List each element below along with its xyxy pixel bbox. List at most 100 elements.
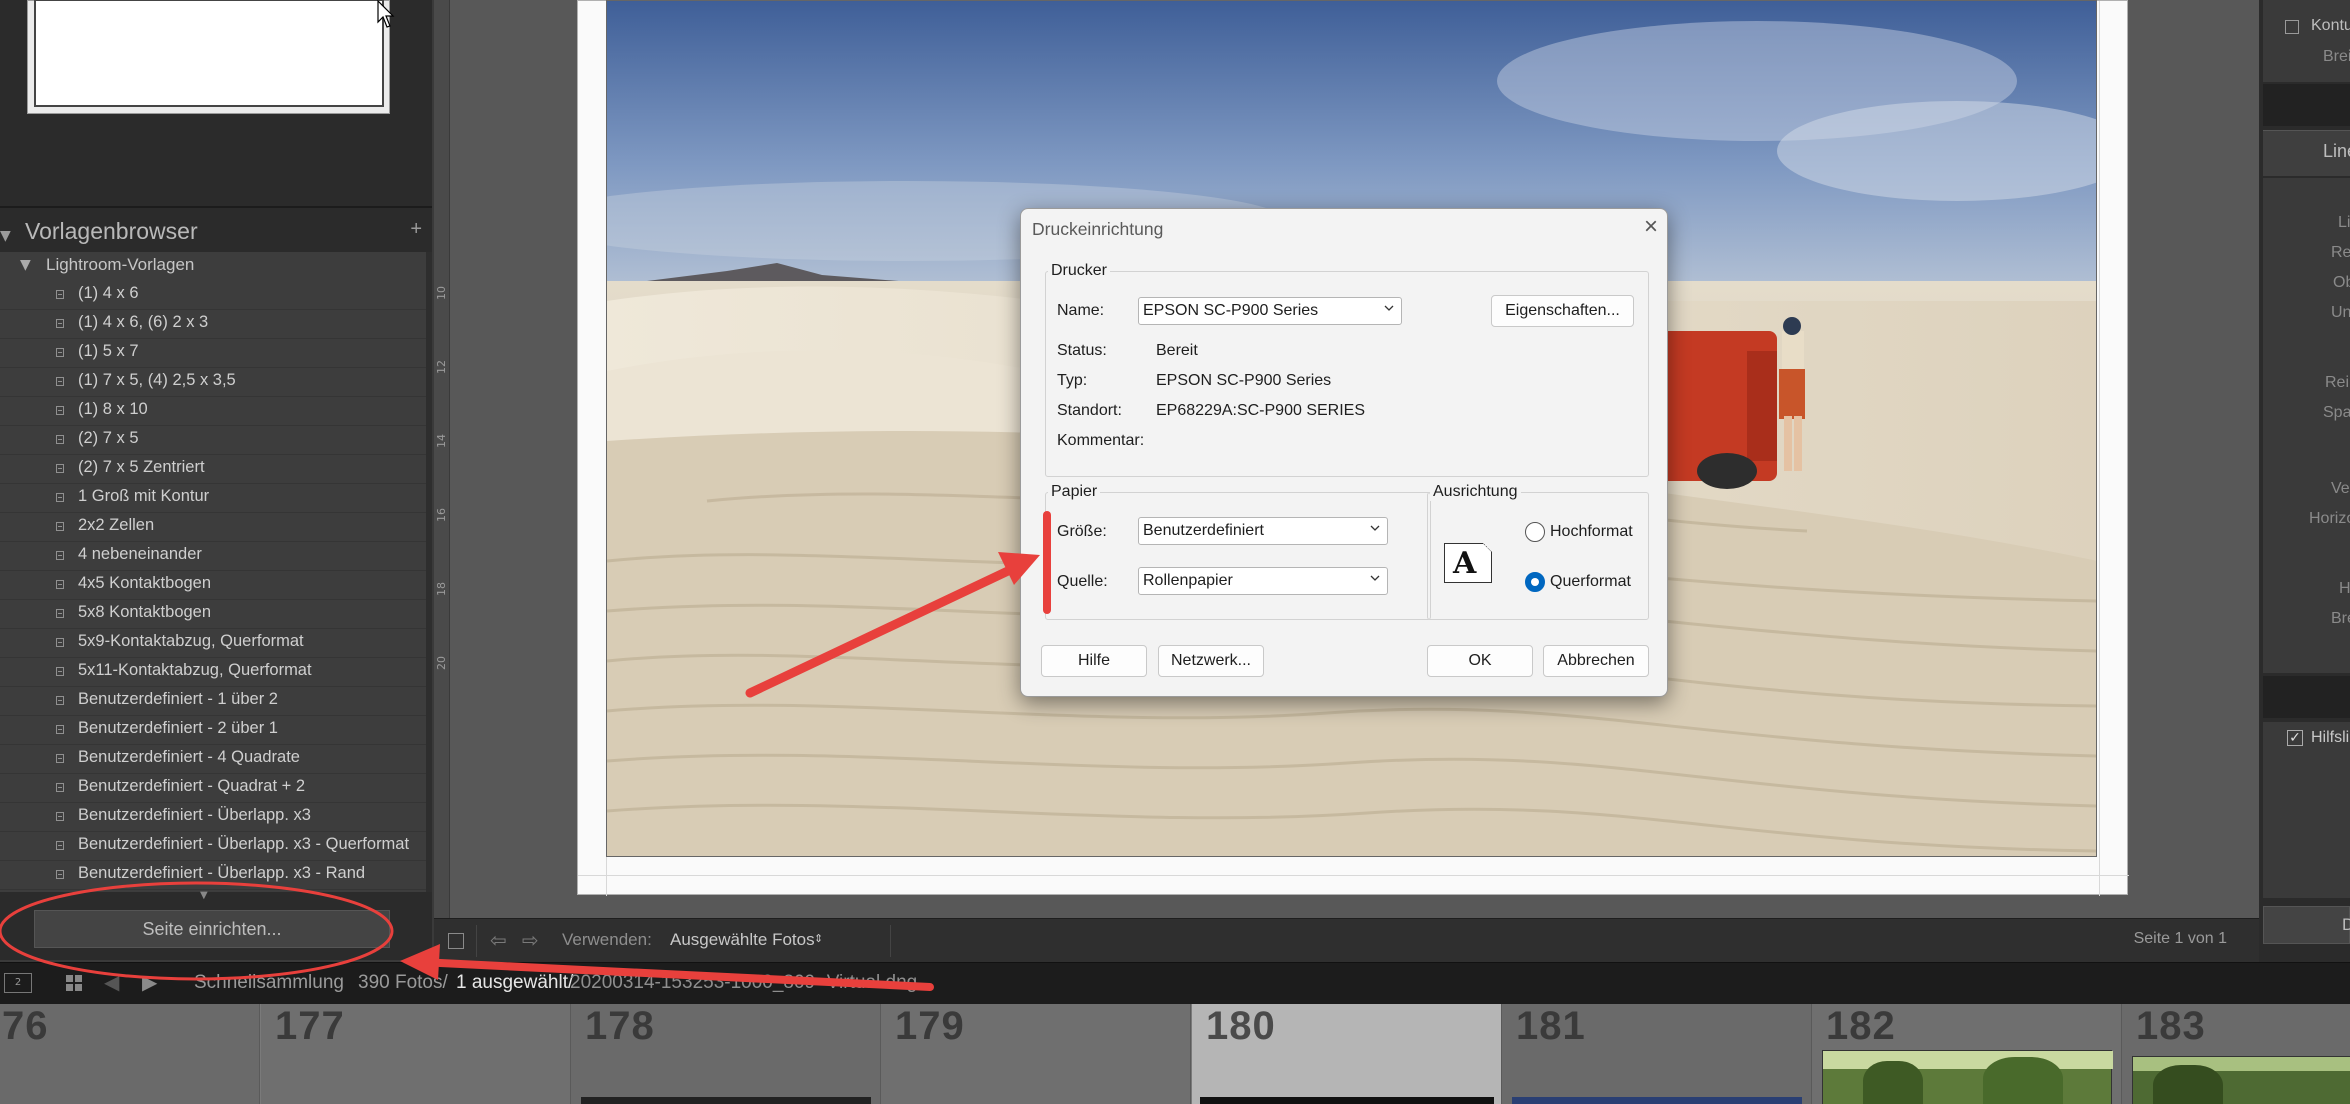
ruler-number: 16 [435,508,448,522]
template-label: Benutzerdefiniert - 4 Quadrate [78,748,300,766]
template-item[interactable]: (1) 4 x 6 [0,281,432,310]
page-margin-guide [2099,1,2100,896]
template-icon [56,609,64,618]
thumbnail [581,1097,871,1104]
status-label: Status: [1057,342,1107,359]
filmstrip-cell[interactable]: 76 [0,1004,260,1104]
previous-page-icon[interactable]: ⇦ [490,928,507,952]
template-item[interactable]: Benutzerdefiniert - Überlapp. x3 - Rand [0,861,432,890]
template-item[interactable]: Benutzerdefiniert - Überlapp. x3 [0,803,432,832]
landscape-orientation-icon: A [1444,543,1492,583]
paper-source-select[interactable]: Rollenpapier [1138,567,1388,595]
filmstrip-cell[interactable]: 181 [1502,1004,1812,1104]
collapse-triangle-icon[interactable]: ▼ [0,228,11,244]
filmstrip-cell-selected[interactable]: 180 [1192,1004,1502,1104]
template-item[interactable]: Benutzerdefiniert - Quadrat + 2 [0,774,432,803]
right-panel-stroke-section: Kontu Brei [2263,0,2350,82]
template-item[interactable]: Benutzerdefiniert - 4 Quadrate [0,745,432,774]
template-item[interactable]: 4 nebeneinander [0,542,432,571]
filmstrip-cell[interactable]: 182 [1812,1004,2122,1104]
ok-button[interactable]: OK [1427,645,1533,677]
cancel-button[interactable]: Abbrechen [1543,645,1649,677]
dropdown-caret-icon[interactable]: ⇕ [814,932,823,945]
portrait-label: Hochformat [1550,523,1633,540]
back-arrow-icon[interactable]: ◀ [104,970,119,994]
template-label: (1) 7 x 5, (4) 2,5 x 3,5 [78,371,236,389]
print-button[interactable]: D [2263,906,2350,944]
template-icon [56,522,64,531]
selected-filename: 20200314-153253-1000_809 -Virtual.dng [570,972,918,993]
panel-divider [0,206,432,208]
guides-checkbox[interactable]: ✓ [2287,730,2303,746]
template-item[interactable]: 2x2 Zellen [0,513,432,542]
template-item[interactable]: 4x5 Kontaktbogen [0,571,432,600]
template-item[interactable]: Benutzerdefiniert - 1 über 2 [0,687,432,716]
help-button[interactable]: Hilfe [1041,645,1147,677]
properties-button[interactable]: Eigenschaften... [1491,295,1634,327]
template-browser-header[interactable]: ▼ Vorlagenbrowser + [0,214,432,250]
close-icon[interactable]: × [1641,215,1661,239]
template-item[interactable]: 5x8 Kontaktbogen [0,600,432,629]
paper-size-select[interactable]: Benutzerdefiniert [1138,517,1388,545]
template-item[interactable]: Benutzerdefiniert - Überlapp. x3 - Querf… [0,832,432,861]
template-icon [56,377,64,386]
grid-view-icon[interactable] [66,975,82,991]
filmstrip-cell[interactable]: 177 [261,1004,571,1104]
filmstrip-bar: 2 ◀ ▶ Schnellsammlung 390 Fotos/ 1 ausge… [0,962,2350,1004]
stroke-checkbox[interactable] [2285,20,2299,34]
comment-label: Kommentar: [1057,432,1145,449]
template-item[interactable]: (1) 7 x 5, (4) 2,5 x 3,5 [0,368,432,397]
template-folder-label: Lightroom-Vorlagen [46,255,195,274]
portrait-radio[interactable] [1525,522,1545,542]
printer-group-title: Drucker [1048,262,1111,280]
printer-name-select[interactable]: EPSON SC-P900 Series [1138,297,1402,325]
thumbnail-forest [2132,1056,2350,1104]
template-item[interactable]: 5x11-Kontaktabzug, Querformat [0,658,432,687]
template-item[interactable]: 5x9-Kontaktabzug, Querformat [0,629,432,658]
printer-name-label: Name: [1057,302,1105,319]
filmstrip-cell[interactable]: 179 [881,1004,1191,1104]
template-icon [56,580,64,589]
page-margin-guide [578,875,2129,876]
template-label: (2) 7 x 5 Zentriert [78,458,205,476]
panel-divider [2263,676,2350,718]
template-list-scrollbar[interactable] [426,252,432,892]
filmstrip-cell[interactable]: 183 [2122,1004,2350,1104]
status-value: Bereit [1156,342,1198,359]
use-label: Verwenden: [562,930,652,949]
forward-arrow-icon[interactable]: ▶ [142,970,157,994]
setting-label: Horizon [2309,510,2350,527]
page-setup-button[interactable]: Seite einrichten... [34,910,390,948]
chevron-down-icon [1384,305,1394,311]
paper-size-label: Größe: [1057,523,1107,540]
template-item[interactable]: (1) 5 x 7 [0,339,432,368]
network-button[interactable]: Netzwerk... [1158,645,1264,677]
collection-name[interactable]: Schnellsammlung [194,972,344,994]
template-icon [56,812,64,821]
filmstrip-cell[interactable]: 178 [571,1004,881,1104]
setting-label: Verti [2331,480,2350,497]
rulers-section-header[interactable]: Linea [2263,130,2350,176]
use-selection-dropdown[interactable]: Ausgewählte Fotos [670,930,815,950]
template-label: 4x5 Kontaktbogen [78,574,212,592]
template-folder-lightroom[interactable]: ▼ Lightroom-Vorlagen [0,252,432,281]
template-item[interactable]: 1 Groß mit Kontur [0,484,432,513]
template-item[interactable]: (2) 7 x 5 [0,426,432,455]
template-item[interactable]: (1) 8 x 10 [0,397,432,426]
template-item[interactable]: (2) 7 x 5 Zentriert [0,455,432,484]
template-label: Benutzerdefiniert - 2 über 1 [78,719,278,737]
template-icon [56,435,64,444]
folder-expand-triangle-icon[interactable]: ▼ [20,257,31,273]
template-item[interactable]: (1) 4 x 6, (6) 2 x 3 [0,310,432,339]
toolbar-checkbox[interactable] [448,933,464,949]
secondary-monitor-icon[interactable]: 2 [4,973,32,993]
setting-label: Obe [2333,274,2350,291]
add-template-icon[interactable]: + [410,218,422,241]
next-page-icon[interactable]: ⇨ [522,928,539,952]
landscape-radio[interactable] [1525,572,1545,592]
chevron-down-icon [1370,525,1380,531]
template-item[interactable]: Benutzerdefiniert - 2 über 1 [0,716,432,745]
print-button-label: D [2342,915,2350,934]
template-list: ▼ Lightroom-Vorlagen (1) 4 x 6 (1) 4 x 6,… [0,252,432,892]
template-label: 1 Groß mit Kontur [78,487,210,505]
